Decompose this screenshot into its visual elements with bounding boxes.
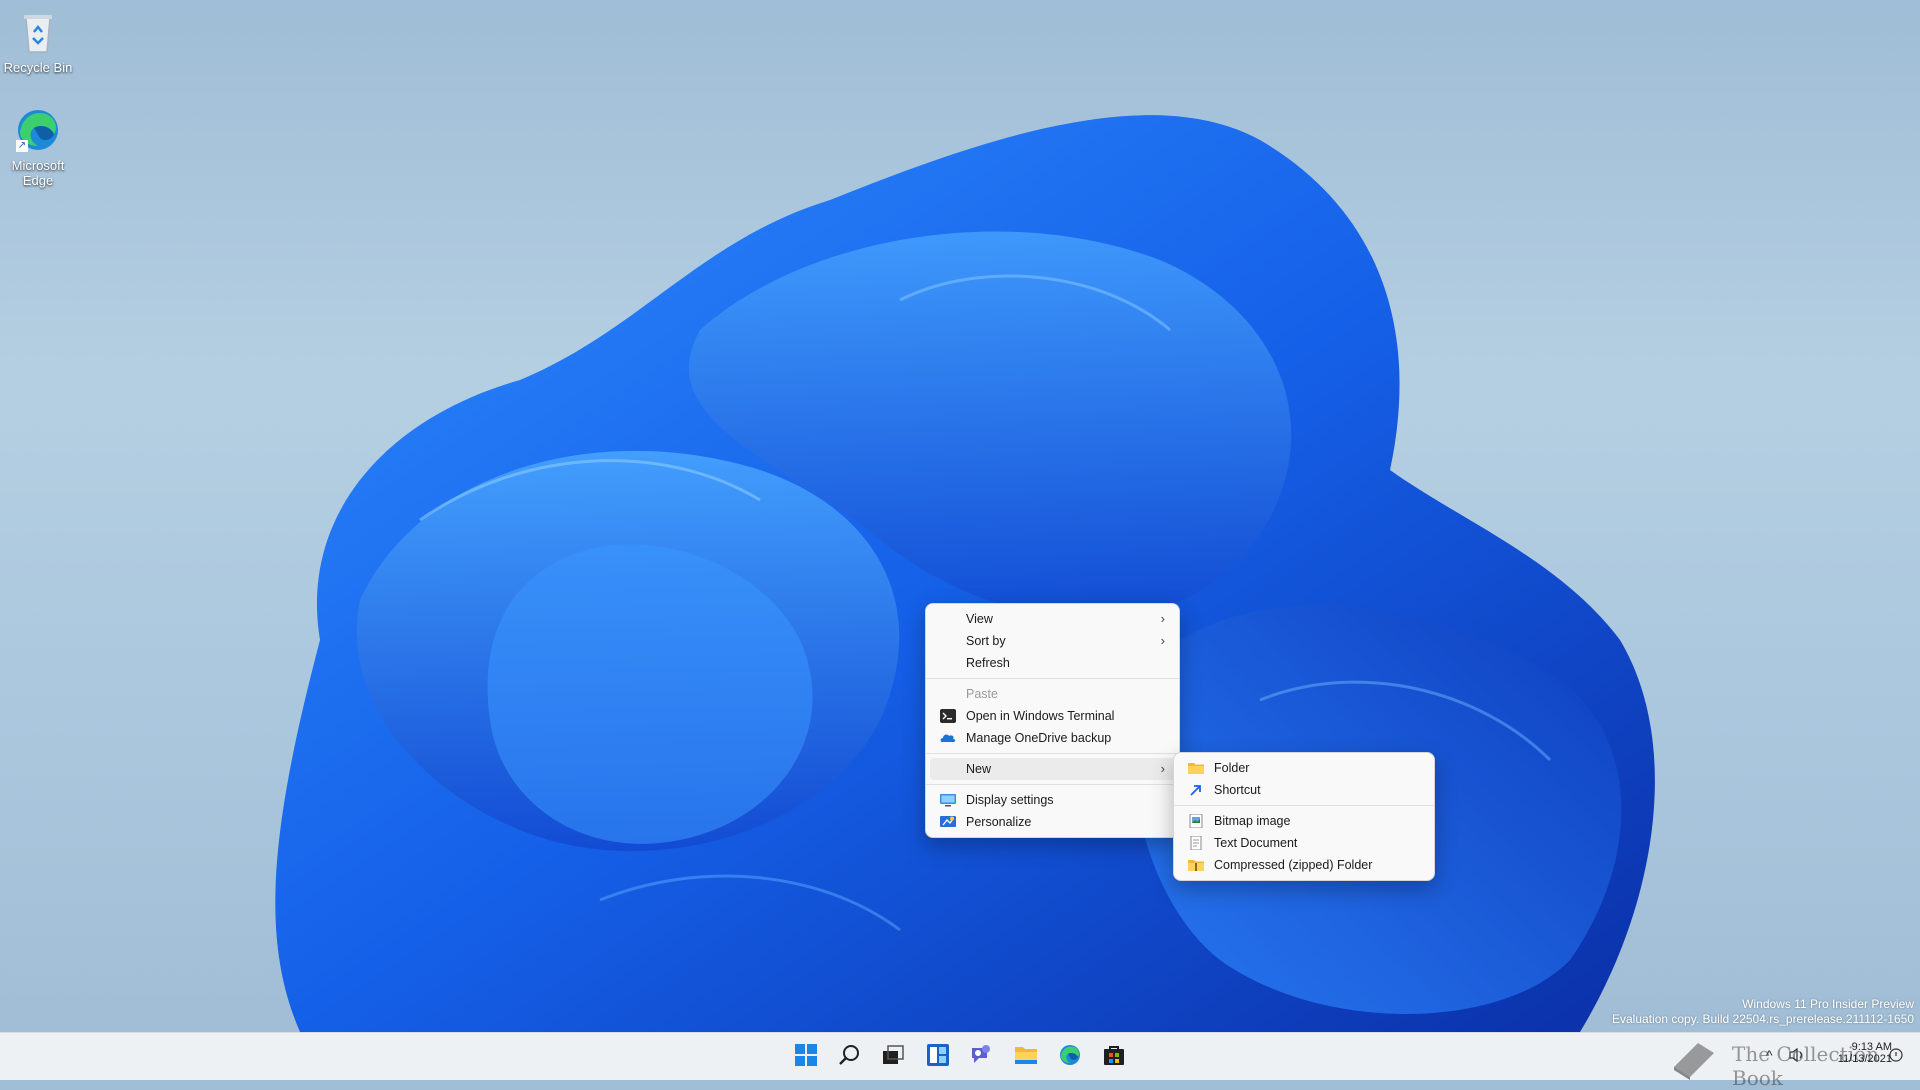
bitmap-icon — [1188, 813, 1204, 829]
watermark-line-2: Evaluation copy. Build 22504.rs_prerelea… — [1612, 1012, 1914, 1026]
menu-item-label: Display settings — [966, 793, 1054, 807]
show-hidden-icons-button[interactable]: ^ — [1766, 1047, 1773, 1063]
text-document-icon — [1188, 835, 1204, 851]
submenu-item-zip-folder[interactable]: Compressed (zipped) Folder — [1178, 854, 1430, 876]
widgets-icon — [926, 1043, 950, 1072]
desktop-context-menu: View › Sort by › Refresh Paste Open in W… — [925, 603, 1180, 838]
submenu-item-label: Folder — [1214, 761, 1250, 775]
volume-icon — [1788, 1047, 1806, 1067]
menu-separator — [1174, 805, 1434, 806]
clock-date: 11/13/2021 — [1837, 1053, 1892, 1065]
submenu-item-label: Compressed (zipped) Folder — [1214, 858, 1373, 872]
menu-item-paste: Paste — [930, 683, 1175, 705]
display-icon — [940, 793, 956, 807]
clock-time: 9:13 AM — [1851, 1041, 1892, 1053]
menu-item-label: Personalize — [966, 815, 1032, 829]
menu-separator — [926, 678, 1179, 679]
desktop-icon-label: Recycle Bin — [3, 60, 73, 75]
new-submenu: Folder Shortcut Bitmap image Text Docume… — [1173, 752, 1435, 881]
search-button[interactable] — [834, 1041, 866, 1073]
menu-item-open-terminal[interactable]: Open in Windows Terminal — [930, 705, 1175, 727]
submenu-item-text-document[interactable]: Text Document — [1178, 832, 1430, 854]
wallpaper-bloom — [275, 115, 1655, 1032]
notification-icon — [1888, 1048, 1904, 1067]
clock[interactable]: 9:13 AM 11/13/2021 — [1822, 1041, 1892, 1065]
submenu-item-label: Shortcut — [1214, 783, 1261, 797]
watermark-line-1: Windows 11 Pro Insider Preview — [1742, 997, 1914, 1011]
edge-icon — [1058, 1043, 1082, 1072]
volume-button[interactable] — [1788, 1047, 1806, 1068]
chat-icon — [969, 1043, 993, 1072]
submenu-item-shortcut[interactable]: Shortcut — [1178, 779, 1430, 801]
start-icon — [794, 1043, 818, 1072]
chevron-right-icon: › — [1160, 761, 1165, 776]
menu-item-label: New — [966, 762, 992, 776]
task-view-icon — [881, 1043, 905, 1072]
menu-item-display-settings[interactable]: Display settings — [930, 789, 1175, 811]
menu-item-label: View — [966, 612, 993, 626]
chat-button[interactable] — [965, 1041, 997, 1073]
terminal-icon — [940, 709, 956, 723]
menu-item-personalize[interactable]: Personalize — [930, 811, 1175, 833]
folder-icon — [1188, 761, 1204, 775]
store-button[interactable] — [1098, 1041, 1130, 1073]
submenu-item-label: Text Document — [1214, 836, 1298, 850]
task-view-button[interactable] — [877, 1041, 909, 1073]
shortcut-icon — [1188, 783, 1204, 797]
menu-item-label: Manage OneDrive backup — [966, 731, 1112, 745]
onedrive-icon — [940, 731, 956, 745]
notification-button[interactable] — [1888, 1047, 1904, 1068]
menu-item-onedrive[interactable]: Manage OneDrive backup — [930, 727, 1175, 749]
taskbar: The Collection Book ^ 9:13 AM 11/13/2021 — [0, 1032, 1920, 1090]
edge-taskbar-button[interactable] — [1054, 1041, 1086, 1073]
desktop-icon-edge[interactable]: ↗ Microsoft Edge — [0, 106, 78, 188]
menu-item-refresh[interactable]: Refresh — [930, 652, 1175, 674]
start-button[interactable] — [790, 1041, 822, 1073]
edge-icon: ↗ — [14, 106, 62, 154]
desktop-icon-label: Microsoft Edge — [11, 158, 65, 188]
menu-item-new[interactable]: New › — [930, 758, 1175, 780]
menu-item-sort-by[interactable]: Sort by › — [930, 630, 1175, 652]
chevron-right-icon: › — [1160, 611, 1165, 626]
menu-item-label: Refresh — [966, 656, 1010, 670]
evaluation-watermark: Windows 11 Pro Insider Preview Evaluatio… — [1612, 997, 1914, 1027]
menu-item-view[interactable]: View › — [930, 608, 1175, 630]
menu-separator — [926, 784, 1179, 785]
desktop-icon-recycle-bin[interactable]: Recycle Bin — [0, 8, 78, 75]
menu-item-label: Sort by — [966, 634, 1006, 648]
widgets-button[interactable] — [922, 1041, 954, 1073]
submenu-item-label: Bitmap image — [1214, 814, 1291, 828]
recycle-bin-icon — [14, 8, 62, 56]
menu-item-label: Paste — [966, 687, 998, 701]
store-icon — [1102, 1043, 1126, 1072]
submenu-item-bitmap[interactable]: Bitmap image — [1178, 810, 1430, 832]
chevron-right-icon: › — [1160, 633, 1165, 648]
chevron-up-icon: ^ — [1766, 1047, 1773, 1063]
file-explorer-icon — [1014, 1043, 1038, 1072]
menu-separator — [926, 753, 1179, 754]
submenu-item-folder[interactable]: Folder — [1178, 757, 1430, 779]
zip-folder-icon — [1188, 858, 1204, 872]
file-explorer-button[interactable] — [1010, 1041, 1042, 1073]
book-logo-icon — [1668, 1037, 1720, 1086]
personalize-icon — [940, 815, 956, 829]
search-icon — [838, 1043, 862, 1072]
menu-item-label: Open in Windows Terminal — [966, 709, 1115, 723]
